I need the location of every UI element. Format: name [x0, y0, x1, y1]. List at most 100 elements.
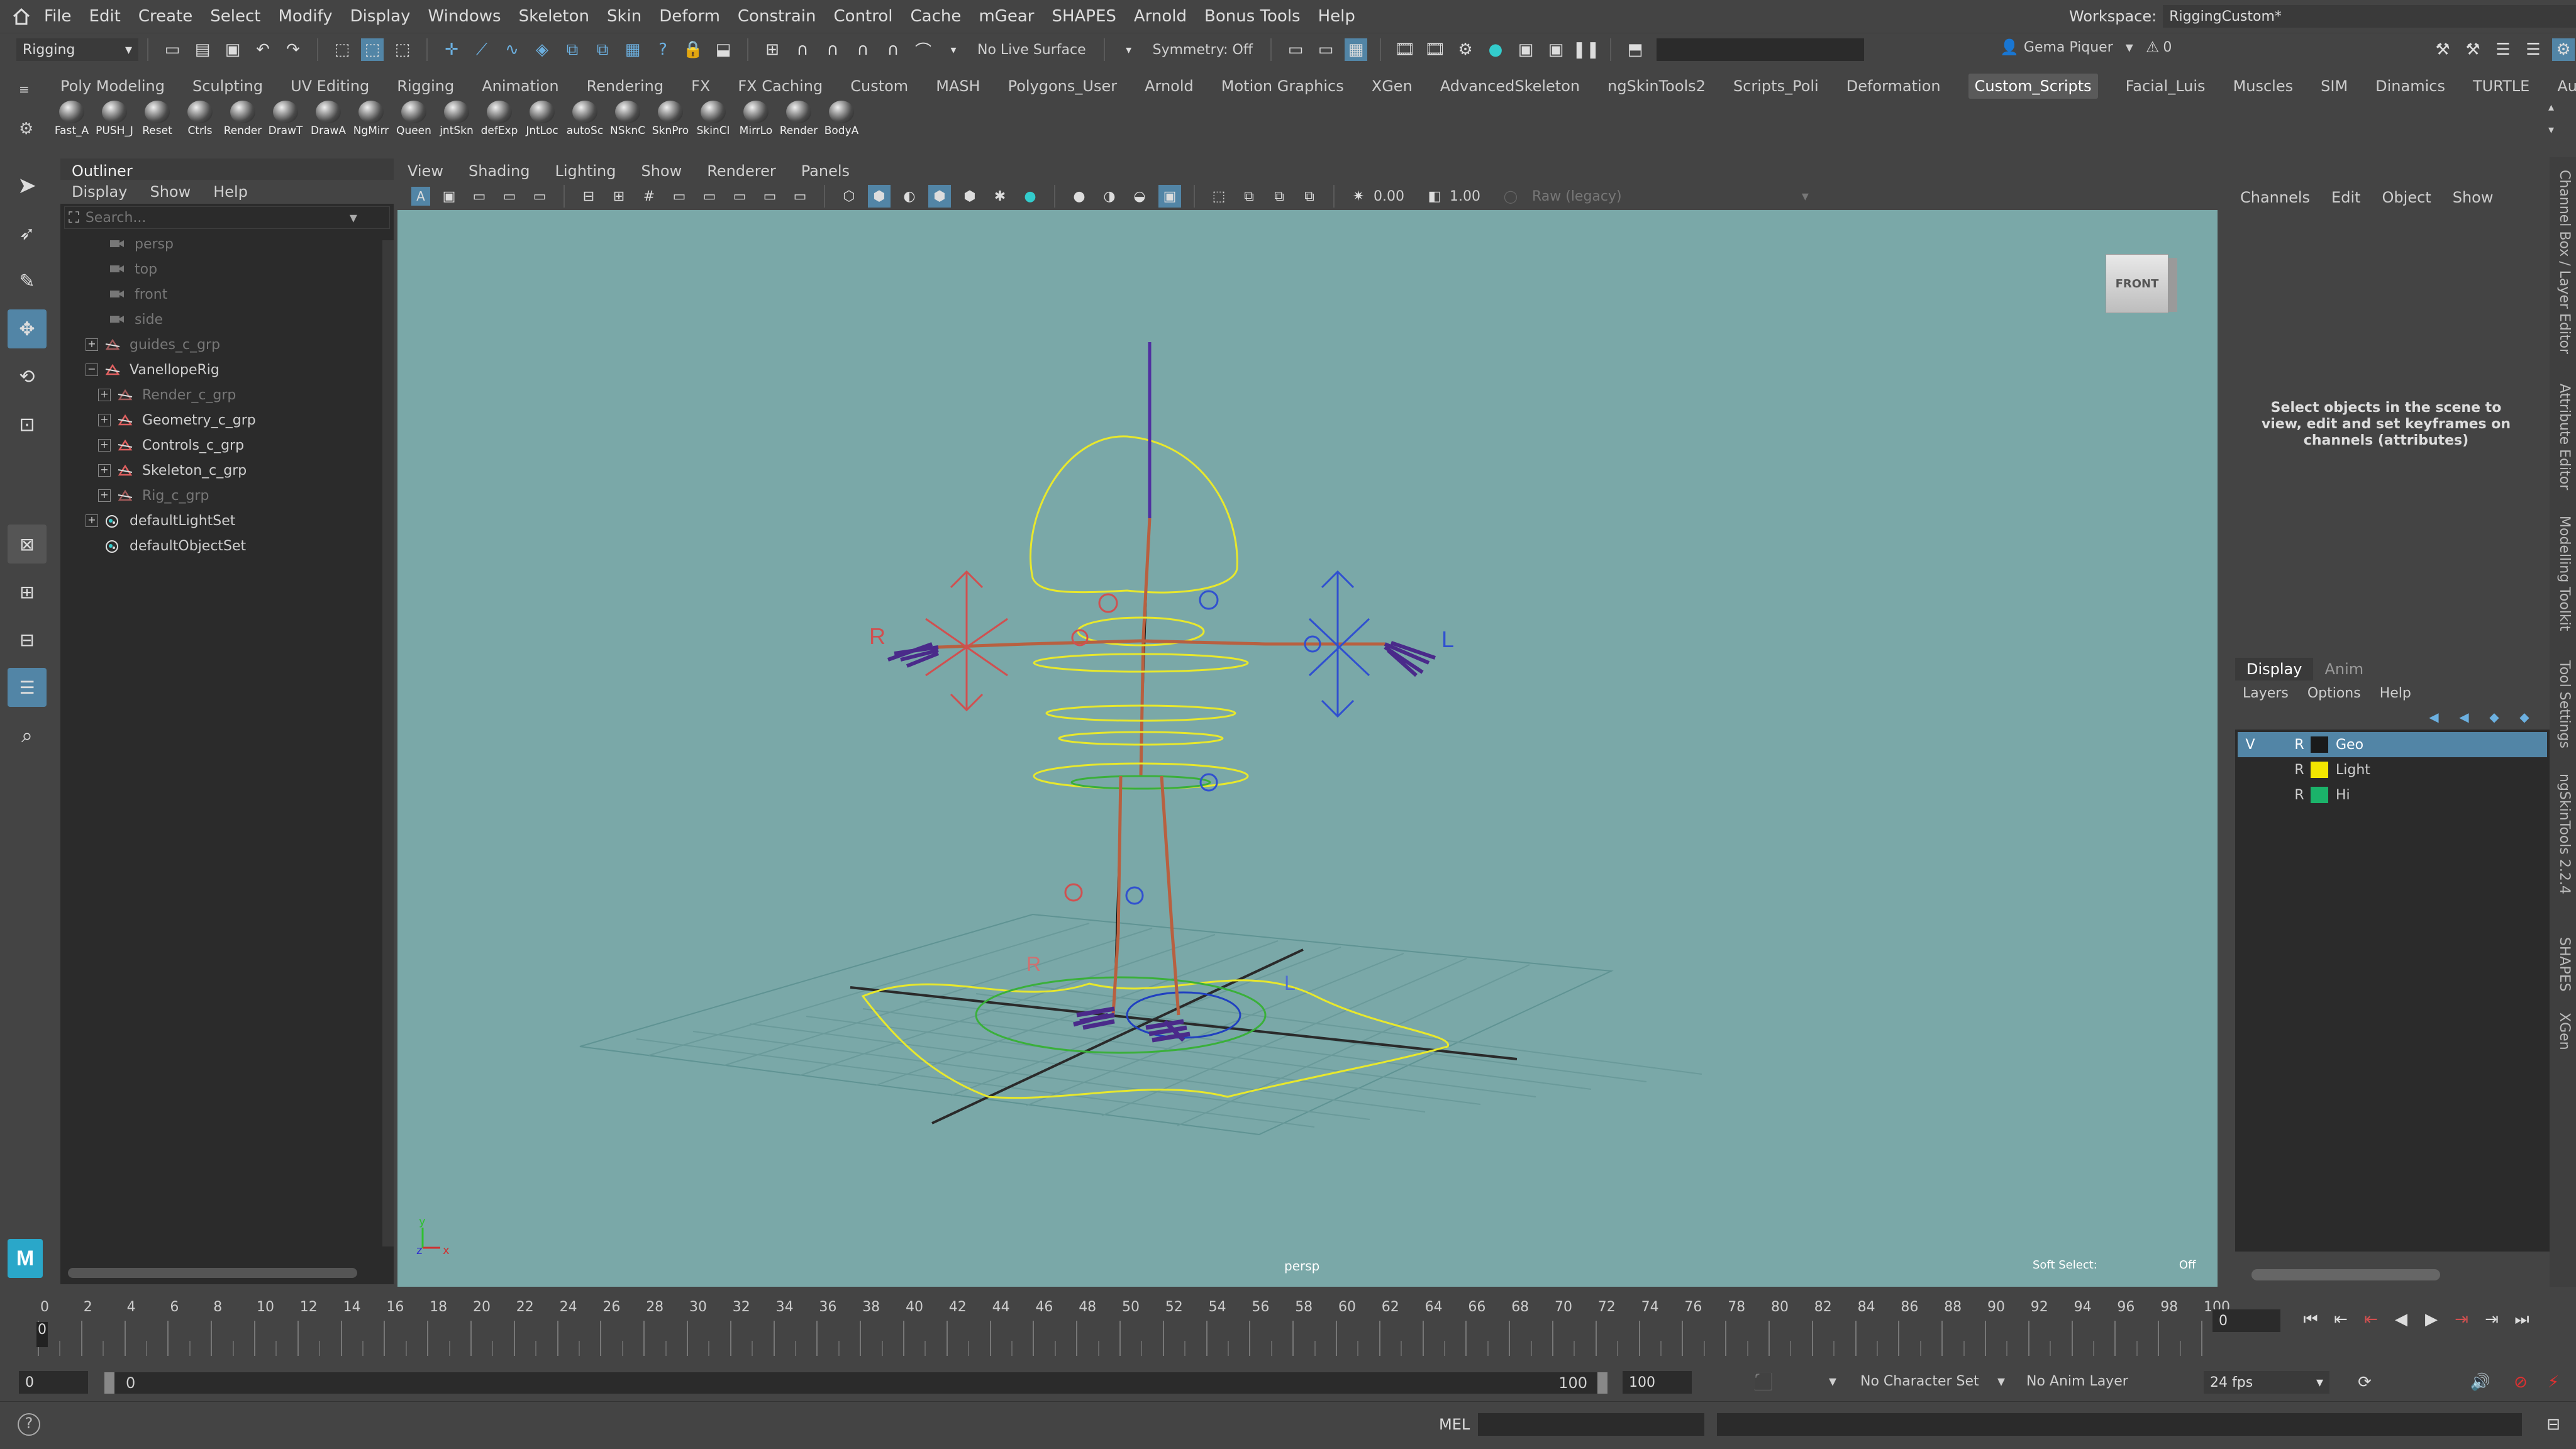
outliner-item[interactable]: + Geometry_c_grp [86, 408, 394, 433]
layer-color-swatch[interactable] [2311, 787, 2328, 803]
record-icon[interactable]: ⊘ [2509, 1371, 2532, 1394]
shelf-tab-xgen[interactable]: XGen [1372, 77, 1413, 95]
shelf-button[interactable]: SknPro [649, 101, 692, 143]
highlight-selection-icon[interactable]: ⬓ [712, 38, 735, 61]
render-region-icon[interactable]: ▭ [1314, 38, 1337, 61]
outliner-item[interactable]: + Rig_c_grp [86, 483, 394, 508]
viewport-menu-panels[interactable]: Panels [801, 162, 850, 180]
arnold-render-icon[interactable]: ▣ [1545, 38, 1567, 61]
move-tool-icon[interactable]: ✥ [8, 309, 47, 348]
shelf-scroll-down-icon[interactable]: ▾ [2548, 123, 2554, 136]
use-all-lights-icon[interactable]: ✱ [989, 185, 1011, 208]
loop-icon[interactable]: ⟳ [2353, 1371, 2376, 1394]
outliner-search-input[interactable] [85, 209, 350, 226]
shelf-button[interactable]: SkinCl [692, 101, 735, 143]
xray-joints-icon[interactable]: ⊞ [608, 185, 630, 208]
character-set-label[interactable]: No Character Set [1860, 1374, 1979, 1389]
home-icon[interactable] [10, 5, 33, 28]
expand-toggle-icon[interactable]: − [86, 364, 98, 376]
current-frame-field[interactable]: 0 [2212, 1309, 2280, 1332]
menu-display[interactable]: Display [350, 7, 411, 26]
select-by-render-icon[interactable]: ▦ [621, 38, 644, 61]
multisample-aa-icon[interactable]: ◒ [1128, 185, 1151, 208]
side-tab-ngskintools-2-2-4[interactable]: ngSkinTools 2.2.4 [2557, 774, 2572, 894]
xray-joints-toggle-icon[interactable]: ⧉ [1298, 185, 1321, 208]
side-tab-tool-settings[interactable]: Tool Settings [2557, 660, 2572, 748]
auto-key-icon[interactable]: ⬛ [1752, 1371, 1775, 1394]
layer-color-swatch[interactable] [2311, 762, 2328, 778]
select-by-curve-icon[interactable]: ∿ [501, 38, 523, 61]
menu-control[interactable]: Control [834, 7, 893, 26]
menu-select[interactable]: Select [210, 7, 260, 26]
chevron-down-icon[interactable]: ▾ [2126, 38, 2133, 56]
snap-view-plane-icon[interactable]: ∩ [882, 38, 904, 61]
layer-menu-help[interactable]: Help [2380, 686, 2411, 701]
layer-tab-anim[interactable]: Anim [2313, 658, 2375, 680]
menu-create[interactable]: Create [138, 7, 192, 26]
play-forward-icon[interactable]: ▶ [2420, 1308, 2443, 1331]
attribute-editor-icon[interactable]: ⚒ [2462, 38, 2484, 61]
shelf-button[interactable]: DrawT [264, 101, 307, 143]
fps-dropdown[interactable]: 24 fps ▾ [2204, 1371, 2329, 1394]
shelf-tab-custom-scripts[interactable]: Custom_Scripts [1968, 74, 2098, 99]
shelf-tab-polygons-user[interactable]: Polygons_User [1008, 77, 1118, 95]
quick-input-field[interactable] [1657, 38, 1864, 61]
chevron-down-icon[interactable]: ▾ [1997, 1372, 2005, 1390]
layer-color-swatch[interactable] [2311, 736, 2328, 753]
range-handle-right[interactable] [1597, 1372, 1607, 1394]
outliner-layout-icon[interactable]: ☰ [8, 668, 47, 707]
safe-action-icon[interactable]: ▭ [789, 185, 811, 208]
single-perspective-view-icon[interactable]: ⊠ [8, 525, 47, 564]
channel-menu-object[interactable]: Object [2382, 189, 2431, 206]
menu-bonus-tools[interactable]: Bonus Tools [1204, 7, 1301, 26]
side-tab-modelling-toolkit[interactable]: Modelling Toolkit [2557, 516, 2572, 631]
shelf-tab-scripts-poli[interactable]: Scripts_Poli [1733, 77, 1819, 95]
step-back-key-icon[interactable]: ⇤ [2329, 1308, 2352, 1331]
input-output-icon[interactable]: ▦ [1345, 38, 1367, 61]
select-by-deformer-icon[interactable]: ⧉ [561, 38, 584, 61]
shelf-button[interactable]: Queen [392, 101, 435, 143]
play-backward-icon[interactable]: ◀ [2390, 1308, 2412, 1331]
step-forward-key-icon[interactable]: ⇥ [2480, 1308, 2503, 1331]
shelf-button[interactable]: JntLoc [521, 101, 564, 143]
shelf-button[interactable]: DrawA [307, 101, 350, 143]
wireframe-on-shaded-icon[interactable]: ⬢ [928, 185, 951, 208]
outliner-item[interactable]: defaultObjectSet [86, 533, 394, 558]
select-by-surface-icon[interactable]: ◈ [531, 38, 553, 61]
expand-toggle-icon[interactable]: + [98, 464, 111, 477]
shelf-settings-icon[interactable]: ⚙ [19, 119, 33, 138]
select-by-misc-icon[interactable]: ? [652, 38, 674, 61]
xray-icon[interactable]: ⧉ [1238, 185, 1260, 208]
snap-point-icon[interactable]: ∩ [821, 38, 844, 61]
shelf-tab-ngskintools2[interactable]: ngSkinTools2 [1607, 77, 1706, 95]
film-gate-icon[interactable]: ▭ [668, 185, 691, 208]
outliner-item[interactable]: persp [86, 231, 394, 257]
resolution-gate-icon[interactable]: ▭ [698, 185, 721, 208]
rotate-tool-icon[interactable]: ⟲ [8, 357, 47, 396]
snap-grid-icon[interactable]: ⊞ [761, 38, 784, 61]
outliner-item[interactable]: + guides_c_grp [86, 332, 394, 357]
viewport-menu-lighting[interactable]: Lighting [555, 162, 616, 180]
expand-toggle-icon[interactable]: + [98, 414, 111, 426]
shelf-button[interactable]: Render [777, 101, 820, 143]
shelf-tab-animation[interactable]: Animation [482, 77, 558, 95]
side-tab-channel-box-layer-editor[interactable]: Channel Box / Layer Editor [2557, 170, 2572, 354]
menu-windows[interactable]: Windows [428, 7, 501, 26]
menu-edit[interactable]: Edit [89, 7, 121, 26]
live-surface-label[interactable]: No Live Surface [977, 42, 1086, 58]
outliner-item[interactable]: front [86, 282, 394, 307]
undo-icon[interactable]: ↶ [252, 38, 274, 61]
select-camera-icon[interactable]: A [411, 187, 430, 206]
viewport-menu-show[interactable]: Show [641, 162, 682, 180]
range-handle-left[interactable] [104, 1372, 114, 1394]
layer-reference-toggle[interactable]: R [2288, 737, 2311, 753]
shelf-tab-facial-luis[interactable]: Facial_Luis [2126, 77, 2206, 95]
shelf-button[interactable]: NgMirr [350, 101, 392, 143]
outliner-menu-show[interactable]: Show [150, 183, 191, 201]
shelf-options-icon[interactable]: ≡ [19, 82, 30, 97]
viewcube-side-face[interactable] [2168, 258, 2177, 312]
expand-toggle-icon[interactable]: + [98, 389, 111, 401]
field-chart-icon[interactable]: ▭ [758, 185, 781, 208]
snap-projected-icon[interactable]: ∩ [852, 38, 874, 61]
isolate-icon[interactable]: ⊟ [577, 185, 600, 208]
